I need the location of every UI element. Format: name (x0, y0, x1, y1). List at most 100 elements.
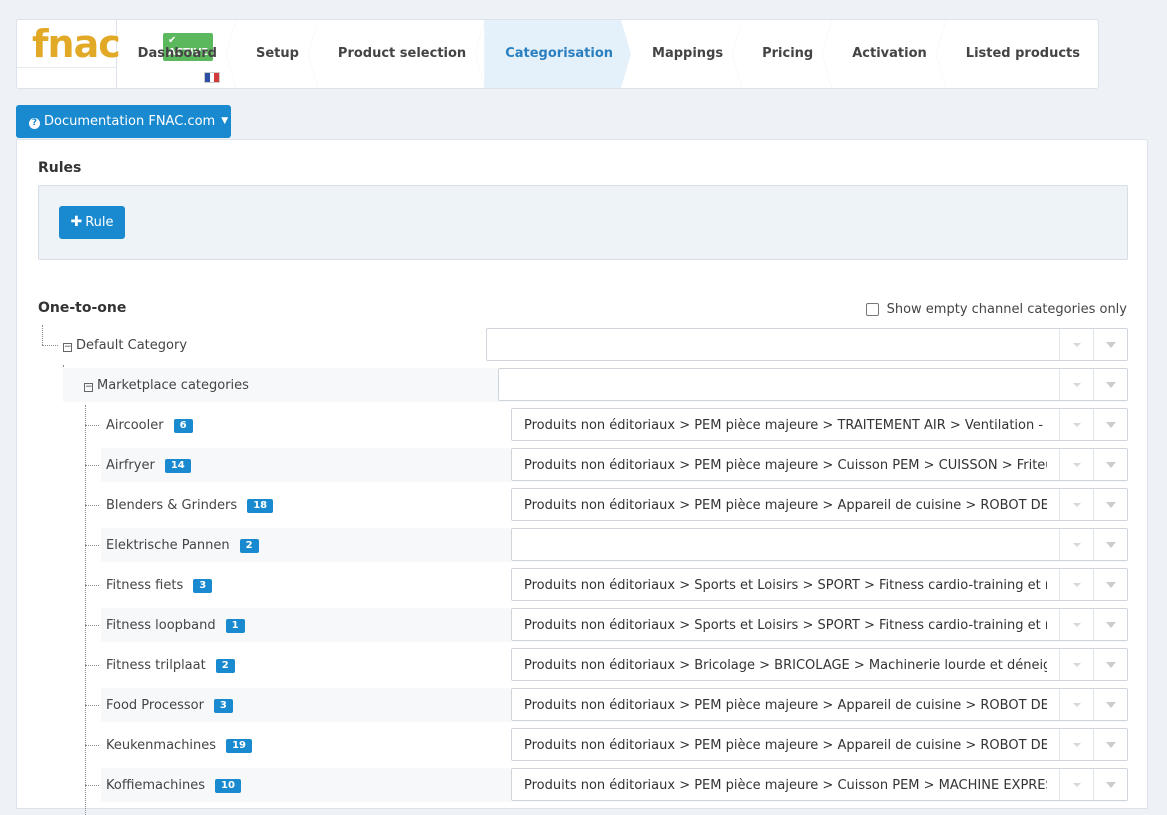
tree-node-label: Elektrische Pannen (106, 538, 230, 553)
product-count-badge: 18 (247, 499, 274, 513)
chevron-down-icon[interactable] (1093, 649, 1127, 680)
tree-row-category: Aircooler 6 Produits non éditoriaux > PEM … (85, 408, 1128, 442)
tree-node-label: Fitness fiets (106, 578, 184, 593)
clear-icon[interactable] (1059, 409, 1093, 440)
chevron-down-icon[interactable] (1093, 449, 1127, 480)
tree-node-label: Blenders & Grinders (106, 498, 238, 513)
category-select[interactable]: Produits non éditoriaux > PEM pièce maje… (511, 688, 1128, 721)
collapse-icon[interactable]: − (63, 343, 72, 352)
tab-setup[interactable]: Setup (235, 20, 318, 88)
category-select[interactable]: Produits non éditoriaux > PEM pièce maje… (511, 768, 1128, 801)
add-rule-label: Rule (85, 215, 114, 230)
category-select[interactable]: Produits non éditoriaux > Sports et Lois… (511, 568, 1128, 601)
clear-icon[interactable] (1059, 769, 1093, 800)
category-select-value: Produits non éditoriaux > PEM pièce maje… (524, 738, 1047, 753)
add-rule-button[interactable]: ✚ Rule (59, 206, 125, 239)
tree-node: Koffiemachines 10 (106, 778, 241, 793)
product-count-badge: 3 (193, 579, 213, 593)
chevron-down-icon[interactable] (1093, 609, 1127, 640)
tab-dashboard[interactable]: Dashboard (117, 20, 237, 88)
product-count-badge: 1 (225, 619, 245, 633)
clear-icon[interactable] (1059, 649, 1093, 680)
clear-icon[interactable] (1059, 729, 1093, 760)
clear-icon[interactable] (1059, 489, 1093, 520)
fnac-logo: fnac (32, 22, 121, 66)
tree-row-category: Fitness loopband 1 Produits non éditoriaux… (85, 608, 1128, 642)
tab-pricing[interactable]: Pricing (741, 20, 833, 88)
tree-node: Fitness fiets 3 (106, 578, 213, 593)
logo-area: fnac ✔ ACTIVE (17, 20, 214, 68)
tree-node-label: Marketplace categories (97, 378, 249, 393)
chevron-down-icon[interactable] (1093, 369, 1127, 400)
chevron-down-icon[interactable] (1093, 409, 1127, 440)
tab-listed-products[interactable]: Listed products (945, 20, 1098, 88)
plus-icon: ✚ (70, 214, 83, 230)
product-count-badge: 6 (173, 419, 193, 433)
tree-node: Fitness trilplaat 2 (106, 658, 235, 673)
tree-row-category: Elektrische Pannen 2 (85, 528, 1128, 562)
tree-row-category: Airfryer 14 Produits non éditoriaux > PEM … (85, 448, 1128, 482)
caret-down-icon: ▼ (221, 116, 229, 126)
tree-node-label: Food Processor (106, 698, 204, 713)
tree-line (85, 405, 86, 815)
category-select[interactable]: Produits non éditoriaux > Sports et Lois… (511, 608, 1128, 641)
clear-icon[interactable] (1059, 529, 1093, 560)
tree-line (85, 425, 99, 426)
category-select[interactable]: Produits non éditoriaux > PEM pièce maje… (511, 488, 1128, 521)
tree-line (85, 745, 99, 746)
header-bar: fnac ✔ ACTIVE Dashboard Setup Product se… (16, 19, 1099, 89)
chevron-down-icon[interactable] (1093, 689, 1127, 720)
tab-categorisation[interactable]: Categorisation (484, 20, 631, 88)
tree-row-category: Fitness trilplaat 2 Produits non éditoriau… (85, 648, 1128, 682)
product-count-badge: 2 (215, 659, 235, 673)
tree-line (85, 585, 99, 586)
chevron-down-icon[interactable] (1093, 729, 1127, 760)
chevron-down-icon[interactable] (1093, 569, 1127, 600)
tree-row-marketplace-categories: − Marketplace categories (63, 368, 1128, 402)
tree-node: Blenders & Grinders 18 (106, 498, 274, 513)
tree-node: Airfryer 14 (106, 458, 191, 473)
checkbox-box[interactable] (865, 303, 879, 316)
tree-row-category: Fitness fiets 3 Produits non éditoriaux > … (85, 568, 1128, 602)
clear-icon[interactable] (1059, 369, 1093, 400)
category-select[interactable]: Produits non éditoriaux > PEM pièce maje… (511, 408, 1128, 441)
tree-row-category: Keukenmachines 19 Produits non éditoriaux … (85, 728, 1128, 762)
tree-node: Fitness loopband 1 (106, 618, 245, 633)
category-select-value: Produits non éditoriaux > Sports et Lois… (524, 618, 1047, 633)
tab-activation[interactable]: Activation (831, 20, 946, 88)
tree-line (85, 465, 99, 466)
tree-line (85, 785, 99, 786)
tab-product-selection[interactable]: Product selection (317, 20, 486, 88)
documentation-dropdown-button[interactable]: ? Documentation FNAC.com ▼ (16, 105, 231, 138)
brand-block: fnac ✔ ACTIVE (17, 20, 220, 88)
chevron-down-icon[interactable] (1093, 769, 1127, 800)
collapse-icon[interactable]: − (84, 383, 93, 392)
category-select[interactable] (498, 368, 1128, 401)
category-select[interactable] (486, 328, 1128, 361)
category-select[interactable] (511, 528, 1128, 561)
clear-icon[interactable] (1059, 689, 1093, 720)
tab-mappings[interactable]: Mappings (631, 20, 743, 88)
category-select[interactable]: Produits non éditoriaux > PEM pièce maje… (511, 728, 1128, 761)
chevron-down-icon[interactable] (1093, 329, 1127, 360)
tree-row-category: Blenders & Grinders 18 Produits non éditor… (85, 488, 1128, 522)
tree-node-label: Keukenmachines (106, 738, 217, 753)
category-select[interactable]: Produits non éditoriaux > PEM pièce maje… (511, 448, 1128, 481)
product-count-badge: 10 (215, 779, 241, 793)
one-to-one-title: One-to-one (38, 300, 127, 316)
clear-icon[interactable] (1059, 329, 1093, 360)
question-circle-icon: ? (29, 118, 40, 129)
category-select-value: Produits non éditoriaux > Bricolage > BR… (524, 658, 1047, 673)
clear-icon[interactable] (1059, 609, 1093, 640)
category-select-value: Produits non éditoriaux > PEM pièce maje… (524, 458, 1047, 473)
chevron-down-icon[interactable] (1093, 489, 1127, 520)
chevron-down-icon[interactable] (1093, 529, 1127, 560)
tree-node: Food Processor 3 (106, 698, 233, 713)
product-count-badge: 2 (239, 539, 259, 553)
category-select[interactable]: Produits non éditoriaux > Bricolage > BR… (511, 648, 1128, 681)
category-select-value: Produits non éditoriaux > PEM pièce maje… (524, 698, 1047, 713)
show-empty-only-checkbox[interactable]: Show empty channel categories only (865, 302, 1127, 317)
clear-icon[interactable] (1059, 569, 1093, 600)
clear-icon[interactable] (1059, 449, 1093, 480)
tree-node-label: Airfryer (106, 458, 155, 473)
